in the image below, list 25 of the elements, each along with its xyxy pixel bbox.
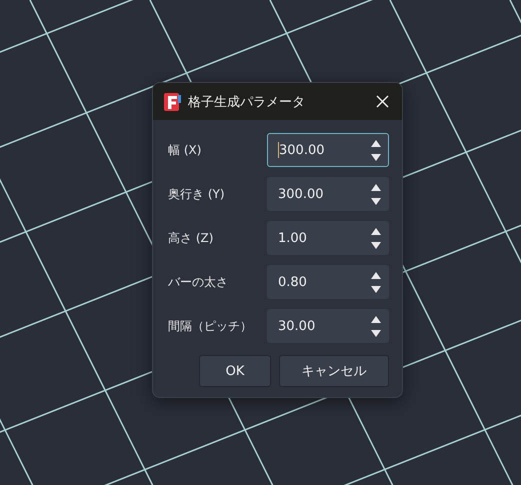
- close-button[interactable]: [374, 94, 390, 110]
- increment-arrow-icon[interactable]: [371, 184, 381, 190]
- decrement-arrow-icon[interactable]: [371, 242, 381, 248]
- dialog-title: 格子生成パラメータ: [188, 94, 306, 110]
- decrement-arrow-icon[interactable]: [371, 154, 381, 160]
- increment-arrow-icon[interactable]: [371, 272, 381, 278]
- app-logo-icon: [164, 92, 181, 110]
- number-spinbox[interactable]: 300.00: [267, 177, 389, 211]
- field-label: 幅 (X): [168, 142, 202, 158]
- field-label: バーの太さ: [168, 274, 228, 290]
- field-label: 高さ (Z): [168, 230, 214, 246]
- number-spinbox[interactable]: 300.00: [267, 133, 389, 167]
- decrement-arrow-icon[interactable]: [371, 330, 381, 336]
- field-label: 間隔（ピッチ）: [168, 318, 252, 334]
- cancel-button[interactable]: キャンセル: [279, 355, 389, 387]
- number-spinbox[interactable]: 30.00: [267, 309, 389, 343]
- number-spinbox[interactable]: 0.80: [267, 265, 389, 299]
- increment-arrow-icon[interactable]: [371, 140, 381, 146]
- increment-arrow-icon[interactable]: [371, 316, 381, 322]
- increment-arrow-icon[interactable]: [371, 228, 381, 234]
- ok-button[interactable]: OK: [199, 355, 271, 387]
- decrement-arrow-icon[interactable]: [371, 286, 381, 292]
- decrement-arrow-icon[interactable]: [371, 198, 381, 204]
- number-spinbox[interactable]: 1.00: [267, 221, 389, 255]
- field-label: 奥行き (Y): [168, 186, 225, 202]
